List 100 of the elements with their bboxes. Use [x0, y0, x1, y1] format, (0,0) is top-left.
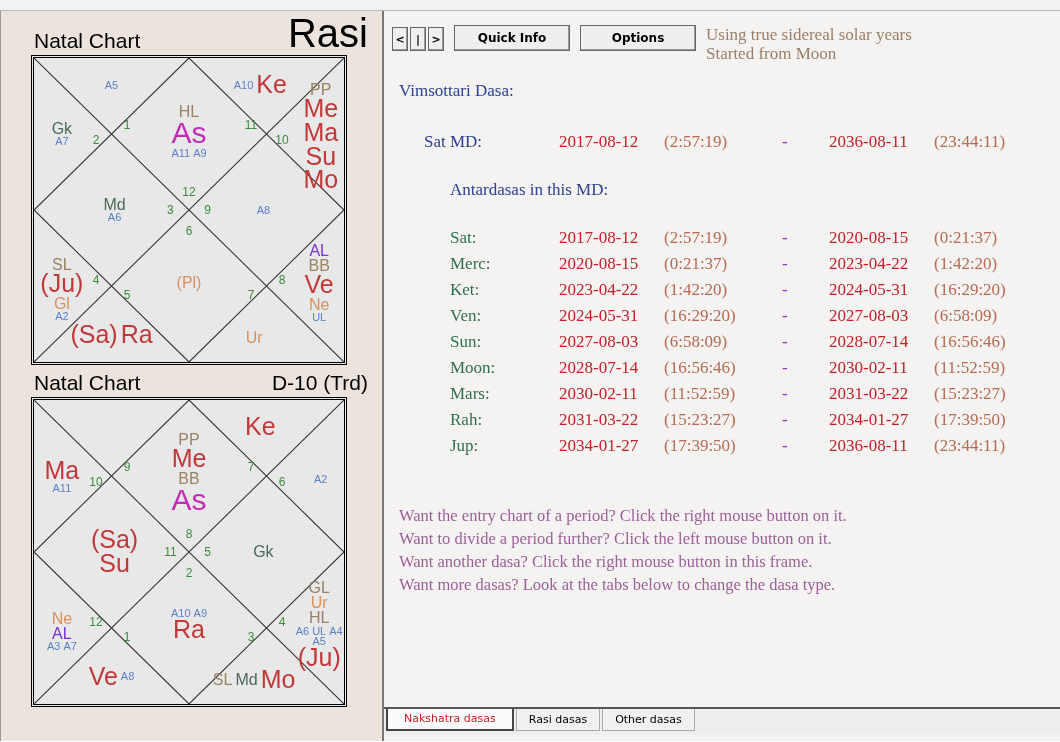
date-separator: - — [781, 358, 789, 378]
arudha-label: A7 — [55, 136, 69, 147]
sign-number: 3 — [247, 631, 255, 644]
period-name[interactable]: Rah: — [450, 410, 559, 430]
arudha-lagna-label: AL — [308, 243, 330, 259]
upagraha-label: Md — [235, 672, 258, 688]
special-lagna-label: PP — [177, 431, 201, 447]
start-time: (6:58:09) — [664, 332, 729, 352]
sign-number: 5 — [123, 289, 131, 302]
start-date: 2023-04-22 — [559, 280, 640, 300]
date-separator: - — [781, 280, 789, 300]
start-date: 2020-08-15 — [559, 254, 640, 274]
special-lagna-label: GL — [307, 579, 331, 596]
outer-planet-label: Ne — [50, 610, 74, 626]
arudha-label: A2 — [55, 310, 69, 322]
date-separator: - — [781, 306, 789, 326]
arudha-label: A3 — [46, 641, 61, 652]
upagraha-label: Gk — [252, 544, 275, 560]
sign-number: 4 — [278, 615, 286, 628]
ascendant-label: As — [170, 119, 208, 148]
sign-number: 12 — [89, 615, 103, 628]
arudha-label: A11 — [52, 482, 72, 494]
arudha-label: A6 — [107, 212, 122, 223]
outer-planet-label: Gl — [53, 295, 70, 311]
period-name[interactable]: Ven: — [450, 306, 559, 326]
antardasa-title: Antardasas in this MD: — [450, 180, 610, 200]
start-time: (0:21:37) — [664, 254, 729, 274]
outer-planet-label: Ur — [245, 330, 263, 346]
arudha-label: A2 — [314, 473, 328, 485]
arudha-label: A8 — [120, 671, 135, 682]
nav-button[interactable]: > — [428, 27, 444, 51]
planet-label: Me — [302, 97, 340, 121]
chart-title: Natal Chart — [34, 29, 141, 53]
planet-label: Ke — [256, 73, 287, 98]
arudha-label: A11 — [171, 147, 191, 158]
end-time: (23:44:11) — [934, 132, 1007, 152]
special-lagna-label: BB — [177, 470, 201, 486]
period-name[interactable]: Ket: — [450, 280, 559, 300]
dasa-tab[interactable]: Other dasas — [602, 709, 695, 731]
period-name[interactable]: Sun: — [450, 332, 559, 352]
arudha-label: A9 — [193, 607, 207, 619]
date-separator: - — [781, 132, 789, 152]
period-name[interactable]: Sat: — [450, 228, 559, 248]
date-separator: - — [781, 332, 789, 352]
end-date: 2036-08-11 — [829, 132, 909, 152]
end-time: (15:23:27) — [934, 384, 1007, 404]
outer-planet-label: Ur — [309, 595, 328, 611]
dasa-tab[interactable]: Rasi dasas — [515, 709, 601, 731]
planet-label: Ma — [43, 458, 81, 483]
start-date: 2028-07-14 — [559, 358, 640, 378]
dasa-tab[interactable]: Nakshatra dasas — [386, 709, 514, 731]
date-separator: - — [781, 436, 789, 456]
end-date: 2023-04-22 — [829, 254, 910, 274]
sign-number: 10 — [89, 476, 103, 489]
toolbar-button[interactable]: Options — [580, 25, 696, 51]
sign-number: 1 — [123, 631, 131, 644]
start-date: 2030-02-11 — [559, 384, 639, 404]
special-lagna-label: SL — [212, 672, 233, 688]
period-name[interactable]: Moon: — [450, 358, 559, 378]
hint-text: Want the entry chart of a period? Click the right mouse button on it. — [399, 505, 848, 527]
arudha-label: A10 — [170, 607, 191, 619]
start-time: (2:57:19) — [664, 228, 729, 248]
special-lagna-label: HL — [177, 103, 201, 120]
nav-button[interactable]: < — [392, 27, 408, 51]
sign-number: 5 — [204, 546, 211, 558]
start-date: 2017-08-12 — [559, 132, 640, 152]
start-time: (1:42:20) — [664, 280, 729, 300]
period-name[interactable]: Sat MD: — [424, 132, 559, 152]
ascendant-label: As — [170, 485, 208, 515]
end-time: (17:39:50) — [934, 410, 1007, 430]
sign-number: 9 — [123, 460, 131, 473]
planet-label: Ke — [245, 415, 276, 440]
planet-label: Ma — [302, 120, 340, 145]
planet-label: Ra — [120, 322, 153, 347]
start-time: (16:29:20) — [664, 306, 737, 326]
sign-number: 6 — [278, 476, 286, 489]
end-time: (16:56:46) — [934, 332, 1007, 352]
end-time: (16:29:20) — [934, 280, 1007, 300]
special-lagna-label: PP — [309, 81, 333, 98]
end-time: (0:21:37) — [934, 228, 999, 248]
outer-planet-label: Ne — [307, 297, 331, 313]
arudha-label: A5 — [312, 635, 326, 647]
hint-text: Want to divide a period further? Click the left mouse button on it. — [399, 528, 833, 550]
special-lagna-label: SL — [51, 256, 73, 272]
period-name[interactable]: Jup: — [450, 436, 559, 456]
period-name[interactable]: Mars: — [450, 384, 559, 404]
arudha-label: A5 — [104, 80, 119, 91]
planet-label: Su — [304, 144, 338, 169]
planet-label: (Sa) — [70, 322, 118, 347]
date-separator: - — [781, 254, 789, 274]
arudha-label: A6 — [295, 625, 310, 636]
toolbar-button[interactable]: Quick Info — [454, 25, 570, 51]
start-time: (2:57:19) — [664, 132, 729, 152]
sign-number: 9 — [204, 204, 211, 216]
arudha-label: A10 — [233, 80, 254, 91]
nav-button[interactable]: | — [410, 27, 426, 51]
planet-label: (Ju) — [39, 271, 85, 296]
start-date: 2027-08-03 — [559, 332, 640, 352]
sign-number: 11 — [164, 546, 177, 558]
period-name[interactable]: Merc: — [450, 254, 559, 274]
